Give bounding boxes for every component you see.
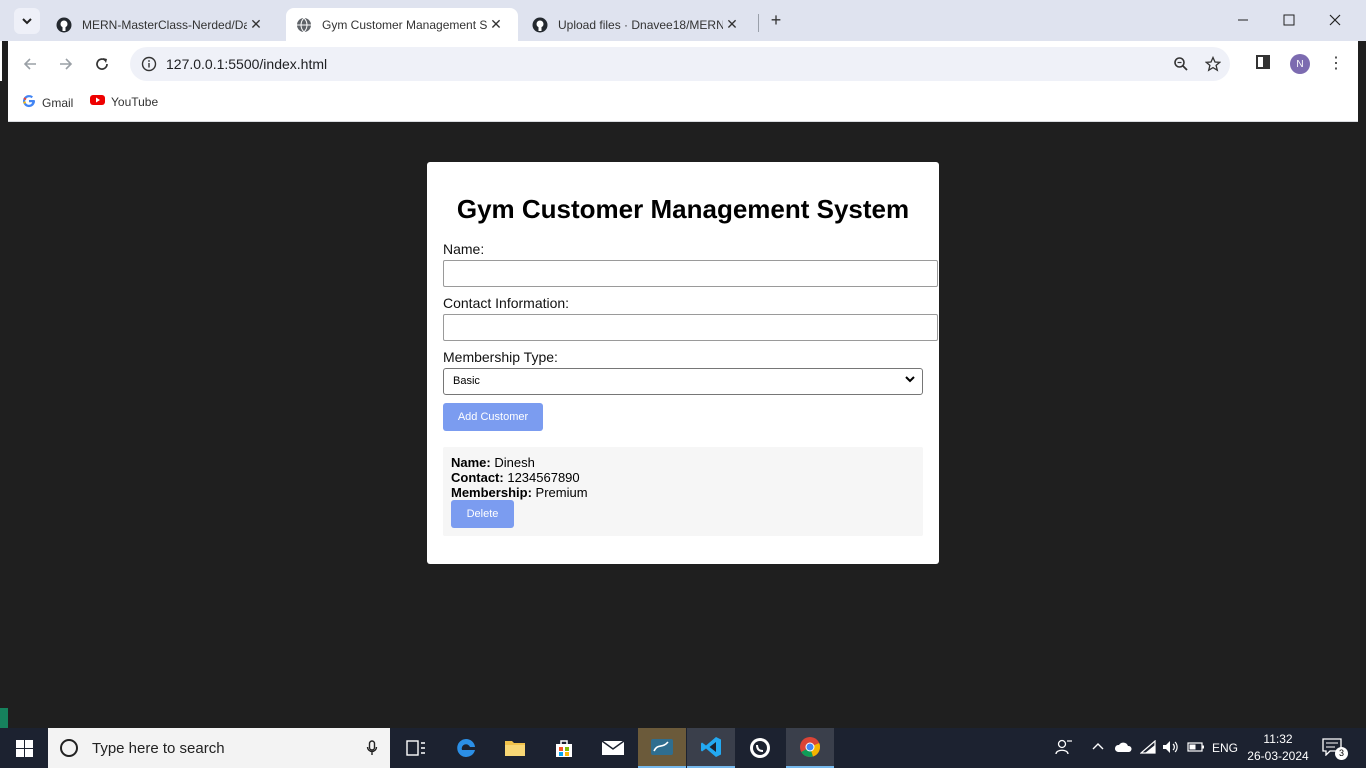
battery-icon[interactable] bbox=[1187, 740, 1205, 757]
delete-customer-button[interactable]: Delete bbox=[451, 500, 514, 528]
tab-title: Upload files · Dnavee18/MERN- bbox=[558, 17, 723, 32]
maximize-button[interactable] bbox=[1266, 6, 1312, 34]
github-icon bbox=[56, 17, 72, 33]
close-icon bbox=[1329, 14, 1341, 26]
youtube-icon bbox=[90, 94, 105, 109]
microphone-icon[interactable] bbox=[366, 740, 378, 759]
tab-title: MERN-MasterClass-Nerded/Da bbox=[82, 17, 247, 32]
bookmarks-bar: Gmail YouTube bbox=[8, 87, 1358, 122]
onedrive-icon[interactable] bbox=[1114, 740, 1132, 757]
new-tab-button[interactable]: + bbox=[765, 9, 787, 31]
search-placeholder: Type here to search bbox=[92, 739, 225, 757]
arrow-left-icon bbox=[23, 58, 36, 70]
name-input[interactable] bbox=[443, 260, 938, 287]
globe-icon bbox=[296, 17, 312, 33]
customer-contact: 1234567890 bbox=[507, 470, 580, 485]
browser-toolbar: 127.0.0.1:5500/index.html N ⋮ bbox=[8, 41, 1358, 87]
customer-membership: Premium bbox=[535, 485, 588, 500]
minimize-icon bbox=[1238, 19, 1248, 21]
mysql-workbench-icon[interactable] bbox=[638, 728, 686, 768]
chevron-down-icon bbox=[22, 18, 32, 25]
membership-label: Membership Type: bbox=[443, 349, 558, 365]
reload-button[interactable] bbox=[89, 51, 115, 77]
page-title: Gym Customer Management System bbox=[456, 194, 910, 224]
back-button[interactable] bbox=[17, 51, 43, 77]
customer-name-row: Name: Dinesh bbox=[451, 455, 535, 470]
notification-button[interactable]: 3 bbox=[1322, 738, 1348, 760]
add-customer-button[interactable]: Add Customer bbox=[443, 403, 543, 431]
mail-icon[interactable] bbox=[589, 728, 637, 768]
taskbar: Type here to search ENG 11:32 26-03-2024… bbox=[0, 728, 1366, 768]
clock-date: 26-03-2024 bbox=[1247, 749, 1309, 763]
network-icon[interactable] bbox=[1139, 739, 1156, 757]
membership-selected-value: Basic bbox=[453, 375, 480, 387]
close-icon[interactable]: ✕ bbox=[247, 16, 265, 33]
contact-input[interactable] bbox=[443, 314, 938, 341]
maximize-icon bbox=[1283, 14, 1295, 26]
notification-count: 3 bbox=[1335, 747, 1348, 760]
tab-title: Gym Customer Management Sy bbox=[322, 17, 487, 32]
info-icon[interactable] bbox=[140, 55, 158, 73]
zoom-icon[interactable] bbox=[1172, 55, 1190, 73]
close-window-button[interactable] bbox=[1312, 6, 1358, 34]
taskbar-search[interactable]: Type here to search bbox=[48, 728, 390, 768]
customer-contact-key: Contact: bbox=[451, 470, 504, 485]
bookmark-star-icon[interactable] bbox=[1204, 55, 1222, 73]
google-icon bbox=[22, 94, 36, 111]
customer-name: Dinesh bbox=[494, 455, 535, 470]
language-indicator[interactable]: ENG bbox=[1212, 741, 1238, 755]
vscode-icon[interactable] bbox=[687, 728, 735, 768]
close-icon[interactable]: ✕ bbox=[487, 16, 505, 33]
contact-label: Contact Information: bbox=[443, 295, 570, 311]
customer-membership-key: Membership: bbox=[451, 485, 532, 500]
bookmark-youtube[interactable]: YouTube bbox=[90, 94, 158, 109]
minimize-button[interactable] bbox=[1220, 6, 1266, 34]
whatsapp-icon[interactable] bbox=[736, 728, 784, 768]
system-clock[interactable]: 11:32 26-03-2024 bbox=[1246, 731, 1310, 765]
tab-upload-files[interactable]: Upload files · Dnavee18/MERN- ✕ bbox=[522, 8, 754, 41]
reload-icon bbox=[96, 58, 108, 70]
chrome-icon[interactable] bbox=[786, 728, 834, 768]
profile-avatar[interactable]: N bbox=[1290, 54, 1310, 74]
background-window-strip bbox=[0, 708, 1366, 728]
task-view-icon[interactable] bbox=[392, 728, 440, 768]
close-icon[interactable]: ✕ bbox=[723, 16, 741, 33]
github-icon bbox=[532, 17, 548, 33]
tab-strip: MERN-MasterClass-Nerded/Da ✕ Gym Custome… bbox=[0, 0, 1366, 41]
name-label: Name: bbox=[443, 241, 485, 257]
clock-time: 11:32 bbox=[1263, 732, 1293, 746]
remote-indicator bbox=[0, 708, 8, 728]
chevron-up-icon[interactable] bbox=[1091, 740, 1105, 757]
bookmark-label: Gmail bbox=[42, 95, 74, 110]
more-menu-icon[interactable]: ⋮ bbox=[1326, 53, 1346, 75]
tab-gym-customer[interactable]: Gym Customer Management Sy ✕ bbox=[286, 8, 518, 41]
membership-select[interactable]: Basic bbox=[443, 368, 923, 395]
customer-entry: Name: Dinesh Contact: 1234567890 Members… bbox=[443, 447, 923, 536]
tab-separator bbox=[758, 14, 759, 32]
tab-mern-masterclass[interactable]: MERN-MasterClass-Nerded/Da ✕ bbox=[46, 8, 282, 41]
volume-icon[interactable] bbox=[1162, 740, 1180, 757]
url-text[interactable]: 127.0.0.1:5500/index.html bbox=[166, 56, 327, 72]
address-bar[interactable]: 127.0.0.1:5500/index.html bbox=[130, 47, 1230, 81]
customer-membership-row: Membership: Premium bbox=[451, 485, 588, 500]
customer-form-card: Gym Customer Management System Name: Con… bbox=[427, 162, 939, 564]
tab-search-button[interactable] bbox=[14, 8, 40, 34]
arrow-right-icon bbox=[60, 58, 73, 70]
file-explorer-icon[interactable] bbox=[491, 728, 539, 768]
store-icon[interactable] bbox=[540, 728, 588, 768]
customer-name-key: Name: bbox=[451, 455, 491, 470]
window-edge bbox=[0, 41, 8, 720]
chevron-down-icon bbox=[904, 373, 916, 388]
search-icon bbox=[60, 739, 78, 757]
side-panel-icon[interactable] bbox=[1256, 55, 1270, 69]
people-icon[interactable] bbox=[1055, 738, 1073, 759]
customer-contact-row: Contact: 1234567890 bbox=[451, 470, 580, 485]
forward-button[interactable] bbox=[53, 51, 79, 77]
edge-icon[interactable] bbox=[442, 728, 490, 768]
bookmark-label: YouTube bbox=[111, 94, 159, 109]
windows-icon bbox=[15, 739, 33, 757]
window-edge bbox=[1358, 41, 1366, 720]
bookmark-gmail[interactable]: Gmail bbox=[22, 94, 73, 111]
start-button[interactable] bbox=[0, 728, 48, 768]
